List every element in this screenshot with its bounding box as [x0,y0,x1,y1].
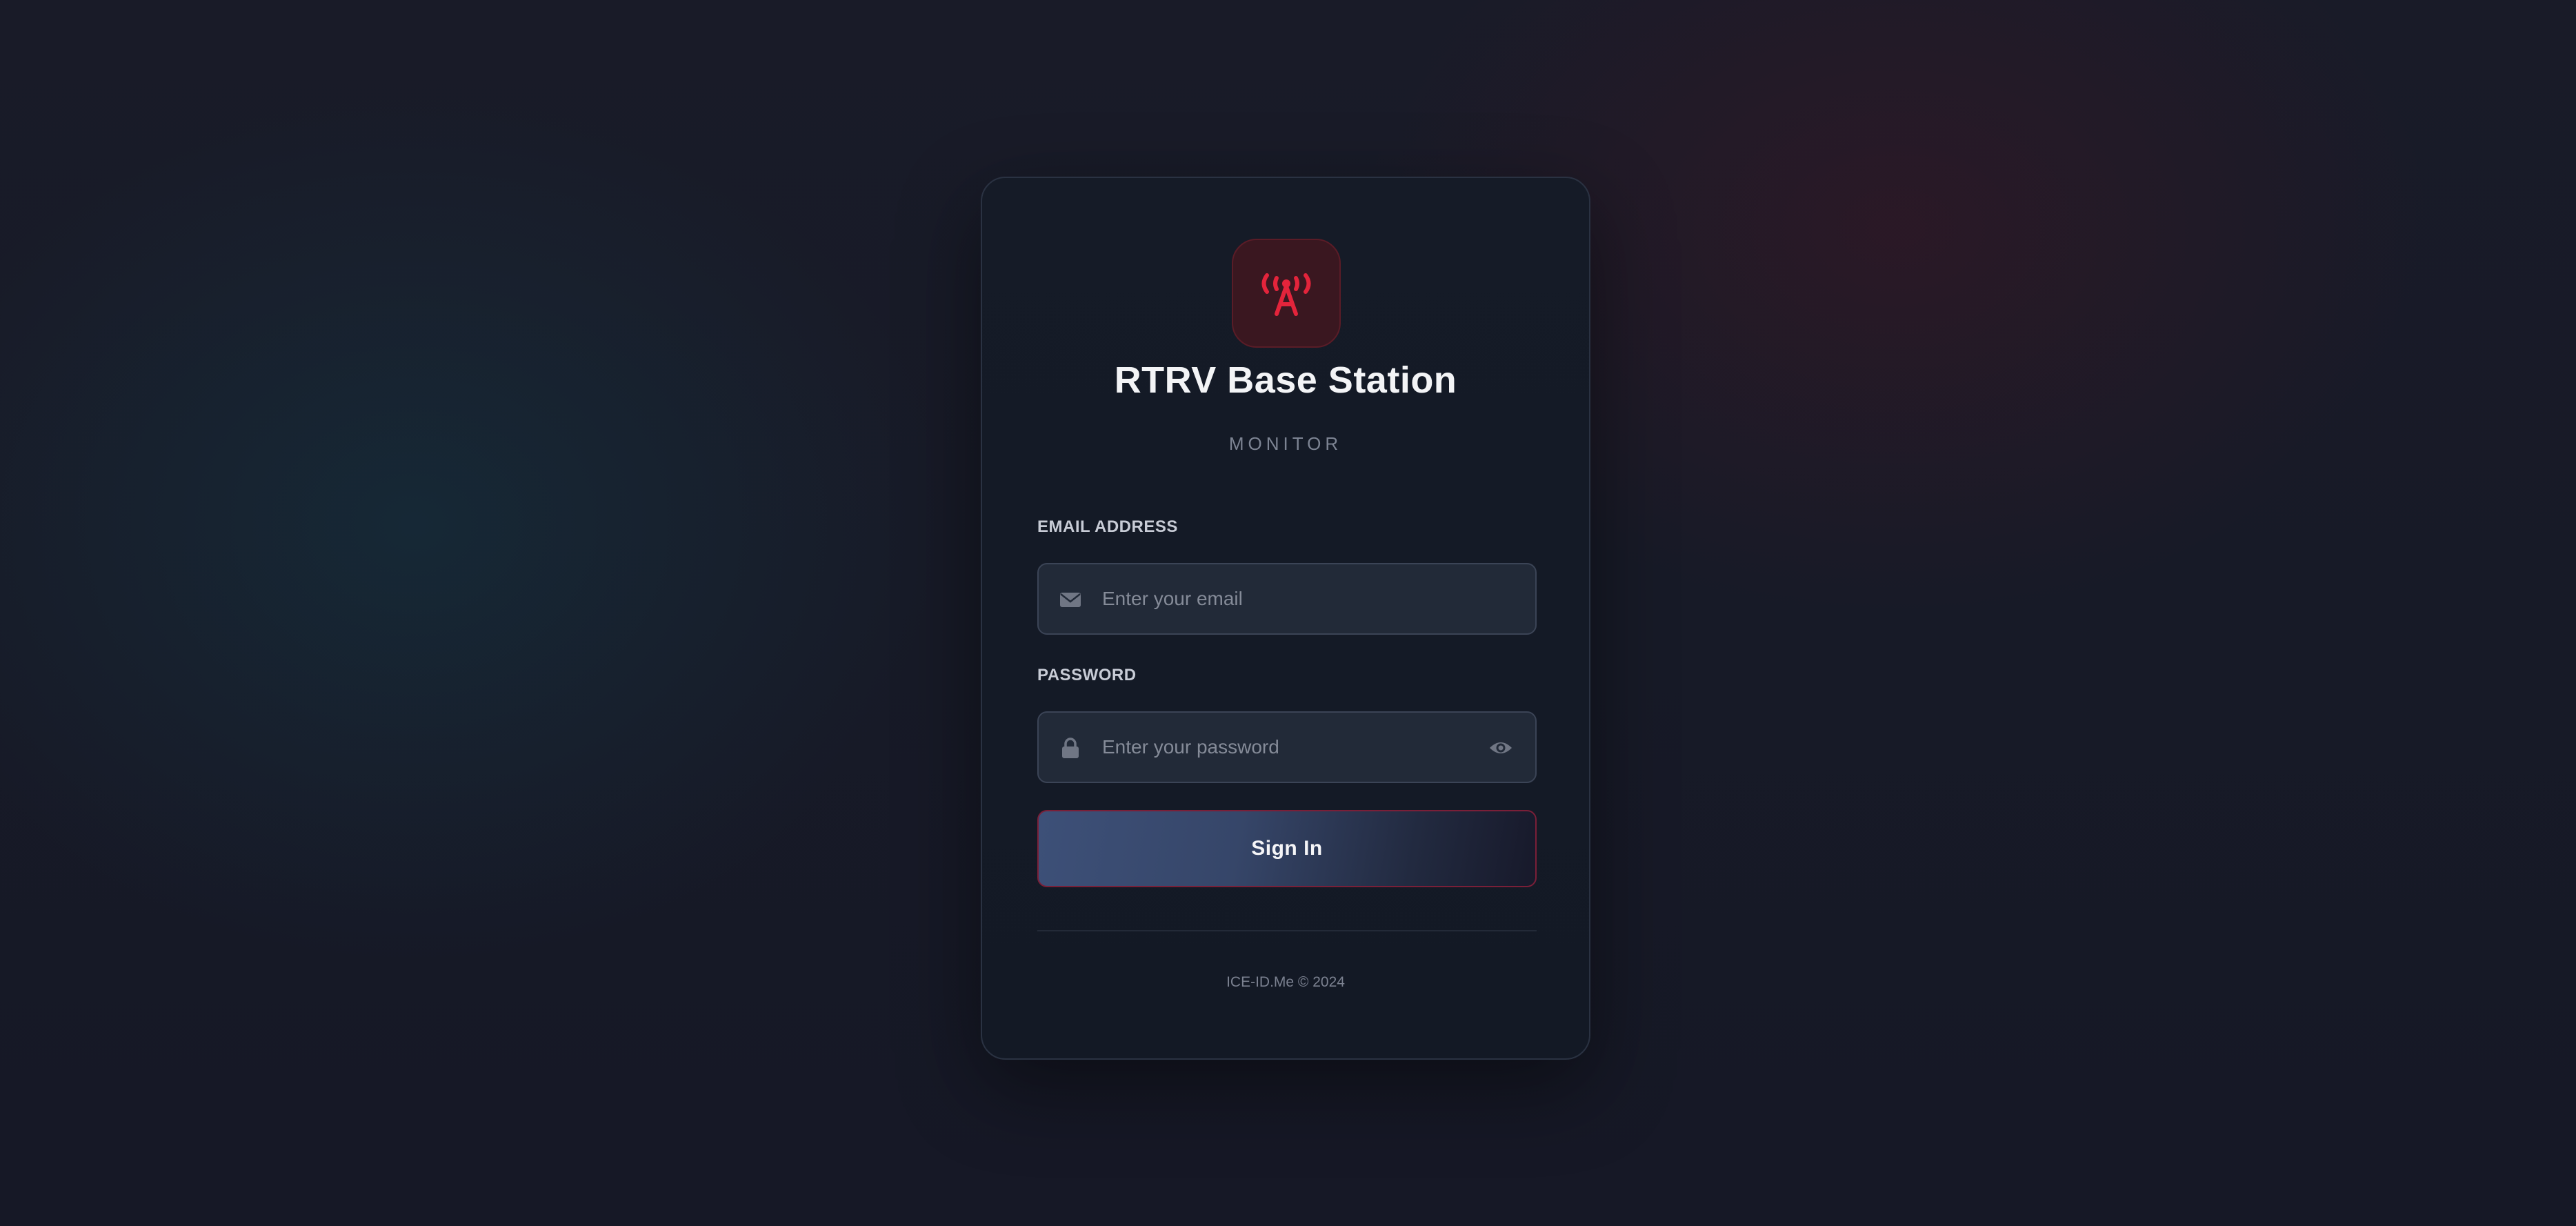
email-label: EMAIL ADDRESS [1037,517,1178,536]
email-input[interactable] [1102,564,1461,633]
app-subtitle: MONITOR [1228,433,1343,454]
sign-in-button[interactable]: Sign In [1037,810,1537,887]
login-card: RTRV Base Station MONITOR EMAIL ADDRESS … [981,177,1590,1060]
lock-icon [1062,738,1079,758]
email-field-container [1037,563,1537,635]
divider [1037,930,1537,931]
broadcast-tower-icon [1261,273,1311,316]
footer-copyright: ICE-ID.Me © 2024 [1226,974,1345,990]
app-title: RTRV Base Station [1114,359,1457,401]
envelope-icon [1060,593,1081,607]
app-logo [1232,239,1341,348]
password-field-container [1037,711,1537,783]
password-input[interactable] [1102,713,1461,782]
password-label: PASSWORD [1037,666,1137,684]
eye-icon[interactable] [1488,738,1513,758]
